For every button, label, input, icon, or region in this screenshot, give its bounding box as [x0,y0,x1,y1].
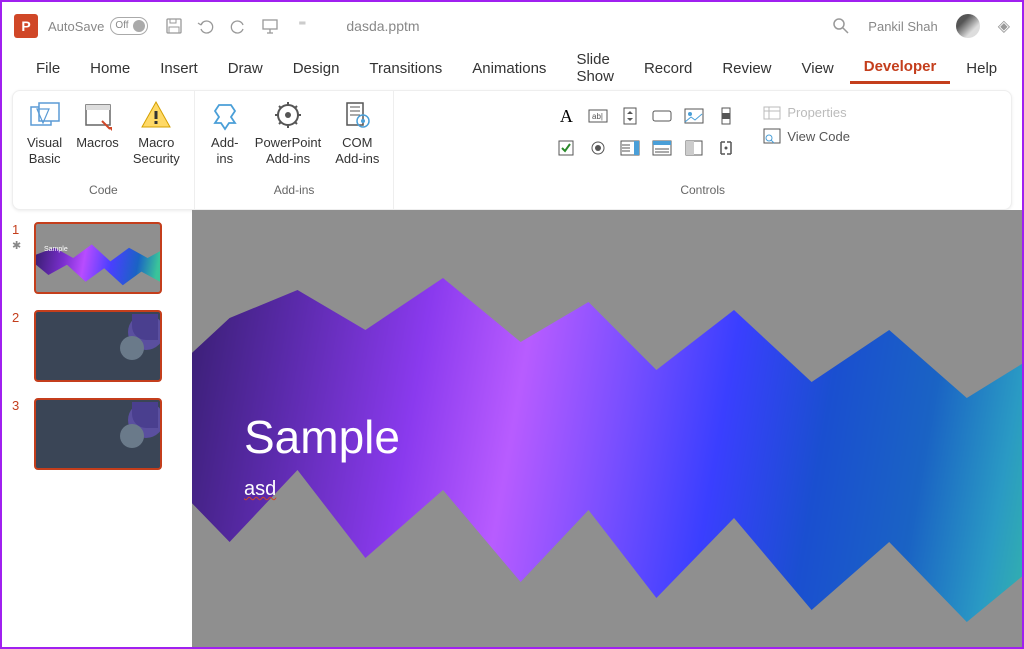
control-combobox-icon[interactable] [619,137,641,159]
thumb-number: 1 [12,222,26,237]
slide-thumbnail[interactable]: Sample [34,222,162,294]
qat-dropdown-icon[interactable]: ⁼ [292,16,312,36]
group-label-code: Code [89,183,118,201]
macros-button[interactable]: Macros [76,99,119,151]
control-morecontrols-icon[interactable] [715,137,737,159]
slide-thumbnails: 1 ✱ Sample 2 3 [2,210,192,647]
macro-security-button[interactable]: Macro Security [133,99,180,166]
tab-view[interactable]: View [788,54,848,83]
autosave-label: AutoSave [48,19,104,34]
tab-developer[interactable]: Developer [850,52,951,84]
control-label-icon[interactable]: A [555,105,577,127]
control-listbox-icon[interactable] [651,137,673,159]
user-name[interactable]: Pankil Shah [868,19,937,34]
control-commandbutton-icon[interactable] [651,105,673,127]
group-label-controls: Controls [680,183,725,201]
tab-draw[interactable]: Draw [214,54,277,83]
title-bar: P AutoSave Off ⁼ dasda.pptm Pankil Shah … [2,2,1022,50]
control-optionbutton-icon[interactable] [587,137,609,159]
view-code-button[interactable]: View Code [763,128,850,144]
control-textbox-icon[interactable]: ab| [587,105,609,127]
properties-button: Properties [763,105,850,120]
ribbon: Visual Basic Macros Macro Security Code … [12,90,1012,210]
tab-transitions[interactable]: Transitions [355,54,456,83]
slide-thumbnail[interactable] [34,398,162,470]
control-spinbutton-icon[interactable] [619,105,641,127]
search-icon[interactable] [832,17,850,35]
diamond-icon[interactable]: ◈ [998,16,1010,36]
slide-subtitle-text[interactable]: asd [244,478,276,501]
thumb-number: 3 [12,398,26,413]
redo-icon[interactable] [228,16,248,36]
slide-thumbnail[interactable] [34,310,162,382]
control-togglebutton-icon[interactable] [683,137,705,159]
tab-design[interactable]: Design [279,54,354,83]
animation-star-icon: ✱ [12,239,26,252]
tab-home[interactable]: Home [76,54,144,83]
slide-title-text[interactable]: Sample [244,410,400,464]
tab-animations[interactable]: Animations [458,54,560,83]
tab-help[interactable]: Help [952,54,1011,83]
group-controls: A ab| Properties Vi [394,91,1011,209]
tab-insert[interactable]: Insert [146,54,212,83]
slide-canvas[interactable]: Sample asd [192,210,1022,647]
thumb-number: 2 [12,310,26,325]
user-avatar[interactable] [956,14,980,38]
com-addins-button[interactable]: COM Add-ins [335,99,379,166]
powerpoint-addins-button[interactable]: PowerPoint Add-ins [255,99,321,166]
tab-review[interactable]: Review [708,54,785,83]
file-name[interactable]: dasda.pptm [346,18,419,34]
tab-record[interactable]: Record [630,54,706,83]
svg-text:ab|: ab| [592,112,603,121]
group-code: Visual Basic Macros Macro Security Code [13,91,195,209]
tab-file[interactable]: File [22,54,74,83]
control-scrollbar-icon[interactable] [715,105,737,127]
control-image-icon[interactable] [683,105,705,127]
save-icon[interactable] [164,16,184,36]
undo-icon[interactable] [196,16,216,36]
autosave-toggle[interactable]: Off [110,17,148,35]
group-label-addins: Add-ins [274,183,315,201]
group-addins: Add- ins PowerPoint Add-ins COM Add-ins … [195,91,395,209]
visual-basic-button[interactable]: Visual Basic [27,99,62,166]
ribbon-tabs: FileHomeInsertDrawDesignTransitionsAnima… [2,50,1022,86]
present-icon[interactable] [260,16,280,36]
powerpoint-app-icon: P [14,14,38,38]
addins-button[interactable]: Add- ins [209,99,241,166]
tab-slide-show[interactable]: Slide Show [562,45,628,91]
control-checkbox-icon[interactable] [555,137,577,159]
